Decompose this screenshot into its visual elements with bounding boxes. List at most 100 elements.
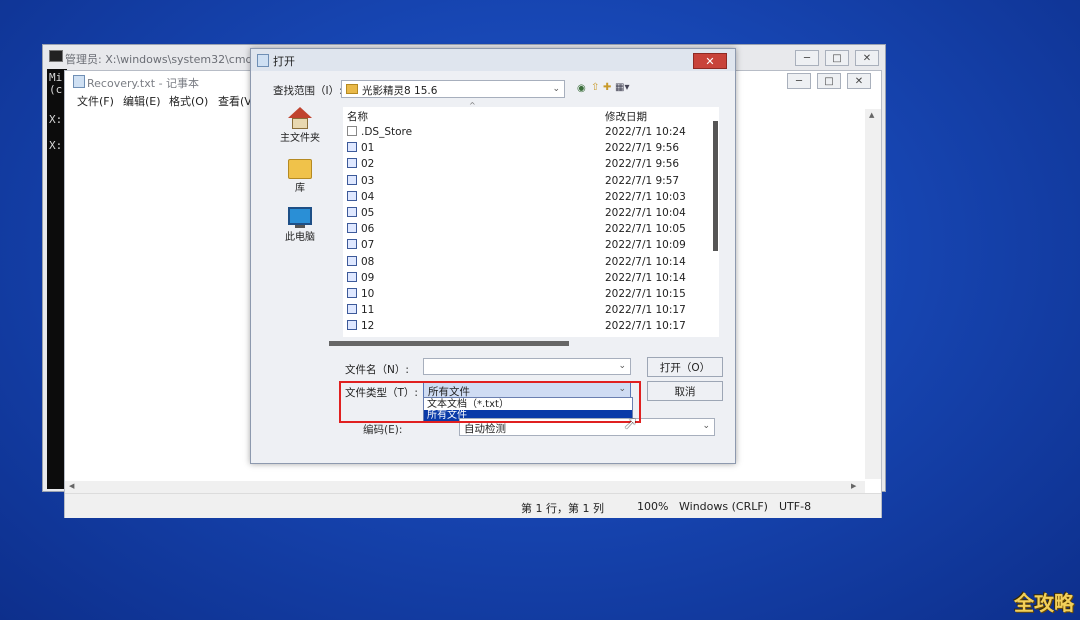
place-home-label: 主文件夹 bbox=[280, 133, 320, 144]
file-row[interactable]: 12 2022/7/1 10:17 bbox=[343, 319, 703, 335]
file-row[interactable]: 01 2022/7/1 9:56 bbox=[343, 141, 703, 157]
file-row[interactable]: .DS_Store 2022/7/1 10:24 bbox=[343, 125, 703, 141]
status-encoding: UTF-8 bbox=[779, 500, 812, 513]
file-list-vertical-scrollbar[interactable] bbox=[713, 121, 718, 251]
file-name-text: 01 bbox=[361, 142, 375, 155]
chevron-down-icon: ⌄ bbox=[618, 361, 626, 371]
menu-format[interactable]: 格式(O) bbox=[169, 93, 208, 109]
file-date: 2022/7/1 10:15 bbox=[605, 288, 686, 300]
file-name: 06 bbox=[347, 223, 374, 235]
file-date: 2022/7/1 9:56 bbox=[605, 142, 680, 155]
notepad-icon bbox=[73, 75, 85, 88]
file-row[interactable]: 07 2022/7/1 10:09 bbox=[343, 238, 703, 254]
image-file-icon bbox=[347, 142, 357, 153]
file-date: 2022/7/1 10:04 bbox=[605, 207, 686, 219]
image-file-icon bbox=[347, 304, 357, 315]
notepad-vertical-scrollbar[interactable]: ▲ bbox=[865, 109, 881, 479]
file-name-text: 12 bbox=[361, 320, 375, 333]
image-file-icon bbox=[347, 207, 357, 217]
file-date: 2022/7/1 10:14 bbox=[605, 255, 686, 268]
file-name-text: 08 bbox=[361, 255, 375, 268]
image-file-icon bbox=[347, 239, 357, 250]
file-name-text: 07 bbox=[361, 239, 375, 252]
place-home[interactable]: 主文件夹 bbox=[267, 107, 333, 144]
lookin-value: 光影精灵8 15.6 bbox=[362, 85, 438, 97]
file-name-text: 09 bbox=[361, 271, 375, 284]
folder-icon bbox=[288, 159, 312, 179]
menu-view[interactable]: 查看(V bbox=[218, 93, 252, 109]
scroll-up-icon[interactable]: ▲ bbox=[869, 111, 874, 119]
file-list-horizontal-scrollbar[interactable] bbox=[329, 341, 569, 346]
places-bar: 主文件夹 库 此电脑 bbox=[267, 101, 333, 251]
file-row[interactable]: 09 2022/7/1 10:14 bbox=[343, 271, 703, 287]
place-this-pc-label: 此电脑 bbox=[285, 232, 315, 243]
file-date: 2022/7/1 10:09 bbox=[605, 239, 686, 252]
file-row[interactable]: 08 2022/7/1 10:14 bbox=[343, 255, 703, 271]
file-name: 12 bbox=[347, 320, 374, 332]
dialog-titlebar[interactable]: 打开 ✕ bbox=[251, 49, 735, 71]
back-icon[interactable]: ◉ bbox=[577, 83, 586, 94]
file-row[interactable]: 03 2022/7/1 9:57 bbox=[343, 174, 703, 190]
file-row[interactable]: 11 2022/7/1 10:17 bbox=[343, 303, 703, 319]
file-name-text: 10 bbox=[361, 288, 375, 300]
image-file-icon bbox=[347, 255, 357, 266]
new-folder-icon[interactable]: ✚ bbox=[603, 82, 611, 93]
notepad-minimize-button[interactable]: ─ bbox=[787, 73, 811, 89]
console-line: X: bbox=[49, 113, 63, 126]
sort-ascending-icon: ^ bbox=[469, 101, 476, 110]
cmd-maximize-button[interactable]: □ bbox=[825, 50, 849, 66]
file-row[interactable]: 04 2022/7/1 10:03 bbox=[343, 190, 703, 206]
view-menu-icon[interactable]: ▦▾ bbox=[615, 82, 629, 93]
column-header-name[interactable]: 名称 bbox=[347, 109, 368, 124]
filename-label: 文件名（N）: bbox=[345, 364, 409, 376]
dialog-icon bbox=[257, 54, 269, 67]
cmd-close-button[interactable]: ✕ bbox=[855, 50, 879, 66]
notepad-close-button[interactable]: ✕ bbox=[847, 73, 871, 89]
open-button[interactable]: 打开（O） bbox=[647, 357, 723, 377]
highlight-box bbox=[339, 381, 641, 423]
console-line: (c bbox=[49, 83, 63, 96]
file-name: 01 bbox=[347, 142, 374, 154]
status-zoom: 100% bbox=[637, 500, 669, 513]
mouse-cursor-icon: ➚ bbox=[623, 413, 639, 434]
cancel-button[interactable]: 取消 bbox=[647, 381, 723, 401]
place-libraries[interactable]: 库 bbox=[267, 159, 333, 194]
file-row[interactable]: 02 2022/7/1 9:56 bbox=[343, 157, 703, 173]
chevron-down-icon: ⌄ bbox=[702, 421, 710, 431]
computer-icon bbox=[288, 207, 312, 225]
image-file-icon bbox=[347, 288, 357, 298]
file-name-text: 11 bbox=[361, 304, 375, 317]
notepad-horizontal-scrollbar[interactable]: ◀ ▶ bbox=[65, 481, 865, 493]
filename-input[interactable]: ⌄ bbox=[423, 358, 631, 375]
file-date: 2022/7/1 9:56 bbox=[605, 158, 680, 171]
file-date: 2022/7/1 10:24 bbox=[605, 126, 686, 138]
cmd-title: 管理员: X:\windows\system32\cmd.exe bbox=[65, 53, 276, 66]
document-icon bbox=[347, 126, 357, 136]
minimize-icon: ─ bbox=[795, 75, 803, 87]
file-list[interactable]: ^ 名称 修改日期 .DS_Store 2022/7/1 10:24 01 2022/… bbox=[329, 101, 719, 346]
dialog-close-button[interactable]: ✕ bbox=[693, 53, 727, 69]
menu-file[interactable]: 文件(F) bbox=[77, 93, 114, 109]
up-folder-icon[interactable]: ⇧ bbox=[591, 82, 599, 93]
file-row[interactable]: 10 2022/7/1 10:15 bbox=[343, 287, 703, 303]
status-line-ending: Windows (CRLF) bbox=[679, 500, 768, 513]
image-file-icon bbox=[347, 271, 357, 282]
file-name: 08 bbox=[347, 255, 375, 268]
open-file-dialog[interactable]: 打开 ✕ 查找范围（I）: 光影精灵8 15.6 ⌄ ◉ ⇧ ✚ ▦▾ 主文件夹… bbox=[250, 48, 736, 464]
file-row[interactable]: 06 2022/7/1 10:05 bbox=[343, 222, 703, 238]
file-name: 11 bbox=[347, 304, 374, 316]
file-row[interactable]: 05 2022/7/1 10:04 bbox=[343, 206, 703, 222]
place-this-pc[interactable]: 此电脑 bbox=[267, 207, 333, 243]
cmd-minimize-button[interactable]: ─ bbox=[795, 50, 819, 66]
scroll-right-icon[interactable]: ▶ bbox=[851, 482, 856, 490]
encoding-value: 自动检测 bbox=[464, 423, 506, 435]
chevron-down-icon: ⌄ bbox=[552, 84, 560, 94]
column-header-date[interactable]: 修改日期 bbox=[605, 109, 647, 124]
minimize-icon: ─ bbox=[803, 52, 811, 64]
file-date: 2022/7/1 10:03 bbox=[605, 190, 686, 203]
lookin-label: 查找范围（I）: bbox=[273, 85, 343, 97]
lookin-combobox[interactable]: 光影精灵8 15.6 ⌄ bbox=[341, 80, 565, 98]
menu-edit[interactable]: 编辑(E) bbox=[123, 93, 161, 109]
scroll-left-icon[interactable]: ◀ bbox=[69, 482, 74, 490]
notepad-maximize-button[interactable]: □ bbox=[817, 73, 841, 89]
